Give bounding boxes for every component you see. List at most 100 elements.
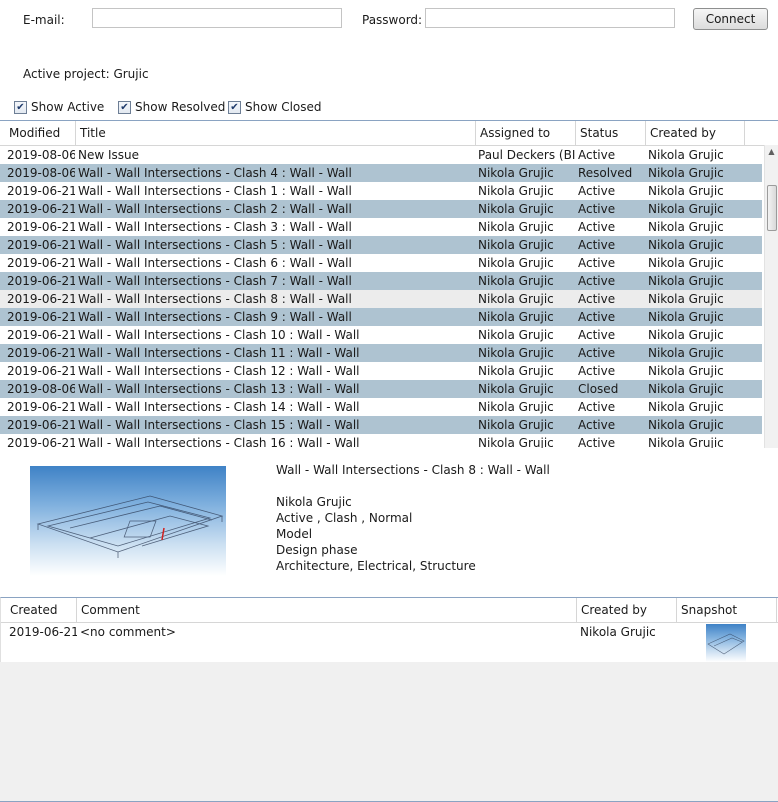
cell-assigned-to: Nikola Grujic bbox=[478, 346, 554, 360]
scroll-up-arrow-icon[interactable]: ▲ bbox=[765, 145, 778, 159]
checkmark-icon: ✔ bbox=[14, 100, 27, 114]
issues-scrollbar[interactable]: ▲ bbox=[764, 145, 778, 448]
cell-status: Active bbox=[578, 148, 616, 162]
cell-modified: 2019-06-21 bbox=[7, 310, 75, 324]
comment-row[interactable]: 2019-06-21 <no comment> Nikola Grujic bbox=[1, 622, 778, 663]
column-header-modified[interactable]: Modified bbox=[5, 121, 76, 145]
table-row[interactable]: 2019-06-21 Wall - Wall Intersections - Cl… bbox=[0, 416, 762, 434]
cell-title: New Issue bbox=[78, 148, 140, 162]
table-row[interactable]: 2019-06-21 Wall - Wall Intersections - Cl… bbox=[0, 398, 762, 416]
column-header-comment[interactable]: Comment bbox=[77, 598, 577, 622]
cell-status: Active bbox=[578, 292, 616, 306]
column-header-assigned-to[interactable]: Assigned to bbox=[476, 121, 576, 145]
cell-status: Active bbox=[578, 256, 616, 270]
cell-assigned-to: Nikola Grujic bbox=[478, 166, 554, 180]
cell-status: Active bbox=[578, 364, 616, 378]
table-row[interactable]: 2019-08-06 Wall - Wall Intersections - Cl… bbox=[0, 380, 762, 398]
detail-type: Model bbox=[276, 527, 313, 541]
cell-created-by: Nikola Grujic bbox=[648, 364, 724, 378]
cell-status: Active bbox=[578, 274, 616, 288]
comment-created: 2019-06-21 bbox=[9, 625, 77, 639]
cell-title: Wall - Wall Intersections - Clash 14 : W… bbox=[78, 400, 360, 414]
comment-snapshot-thumbnail[interactable] bbox=[706, 624, 746, 662]
show-active-checkbox[interactable]: ✔ Show Active bbox=[14, 100, 104, 114]
cell-modified: 2019-06-21 bbox=[7, 436, 75, 448]
column-header-snapshot[interactable]: Snapshot bbox=[677, 598, 777, 622]
table-row[interactable]: 2019-06-21 Wall - Wall Intersections - Cl… bbox=[0, 362, 762, 380]
column-header-title[interactable]: Title bbox=[76, 121, 476, 145]
cell-modified: 2019-06-21 bbox=[7, 364, 75, 378]
cell-title: Wall - Wall Intersections - Clash 8 : Wa… bbox=[78, 292, 352, 306]
cell-created-by: Nikola Grujic bbox=[648, 436, 724, 448]
cell-created-by: Nikola Grujic bbox=[648, 238, 724, 252]
cell-status: Active bbox=[578, 202, 616, 216]
show-resolved-label: Show Resolved bbox=[135, 100, 226, 114]
table-row[interactable]: 2019-06-21 Wall - Wall Intersections - Cl… bbox=[0, 236, 762, 254]
cell-title: Wall - Wall Intersections - Clash 15 : W… bbox=[78, 418, 360, 432]
cell-created-by: Nikola Grujic bbox=[648, 382, 724, 396]
cell-assigned-to: Nikola Grujic bbox=[478, 436, 554, 448]
cell-modified: 2019-06-21 bbox=[7, 346, 75, 360]
table-row[interactable]: 2019-06-21 Wall - Wall Intersections - Cl… bbox=[0, 290, 762, 308]
cell-title: Wall - Wall Intersections - Clash 3 : Wa… bbox=[78, 220, 352, 234]
column-header-status[interactable]: Status bbox=[576, 121, 646, 145]
cell-status: Active bbox=[578, 310, 616, 324]
email-field[interactable] bbox=[92, 8, 342, 28]
cell-modified: 2019-06-21 bbox=[7, 202, 75, 216]
table-row[interactable]: 2019-08-06 Wall - Wall Intersections - Cl… bbox=[0, 164, 762, 182]
cell-created-by: Nikola Grujic bbox=[648, 400, 724, 414]
cell-created-by: Nikola Grujic bbox=[648, 292, 724, 306]
column-header-created[interactable]: Created bbox=[6, 598, 77, 622]
cell-title: Wall - Wall Intersections - Clash 2 : Wa… bbox=[78, 202, 352, 216]
table-row[interactable]: 2019-06-21 Wall - Wall Intersections - Cl… bbox=[0, 434, 762, 448]
cell-created-by: Nikola Grujic bbox=[648, 310, 724, 324]
scroll-thumb[interactable] bbox=[767, 185, 777, 231]
cell-title: Wall - Wall Intersections - Clash 7 : Wa… bbox=[78, 274, 352, 288]
table-row[interactable]: 2019-06-21 Wall - Wall Intersections - Cl… bbox=[0, 308, 762, 326]
cell-title: Wall - Wall Intersections - Clash 9 : Wa… bbox=[78, 310, 352, 324]
table-row[interactable]: 2019-06-21 Wall - Wall Intersections - Cl… bbox=[0, 254, 762, 272]
cell-status: Active bbox=[578, 328, 616, 342]
cell-status: Active bbox=[578, 436, 616, 448]
checkmark-icon: ✔ bbox=[228, 100, 241, 114]
table-row[interactable]: 2019-06-21 Wall - Wall Intersections - Cl… bbox=[0, 218, 762, 236]
cell-title: Wall - Wall Intersections - Clash 1 : Wa… bbox=[78, 184, 352, 198]
column-header-comment-created-by[interactable]: Created by bbox=[577, 598, 677, 622]
cell-modified: 2019-06-21 bbox=[7, 292, 75, 306]
detail-title: Wall - Wall Intersections - Clash 8 : Wa… bbox=[276, 463, 550, 477]
cell-status: Active bbox=[578, 184, 616, 198]
show-resolved-checkbox[interactable]: ✔ Show Resolved bbox=[118, 100, 225, 114]
cell-assigned-to: Nikola Grujic bbox=[478, 202, 554, 216]
table-row[interactable]: 2019-06-21 Wall - Wall Intersections - Cl… bbox=[0, 272, 762, 290]
cell-assigned-to: Nikola Grujic bbox=[478, 328, 554, 342]
cell-modified: 2019-06-21 bbox=[7, 256, 75, 270]
cell-created-by: Nikola Grujic bbox=[648, 184, 724, 198]
connect-button[interactable]: Connect bbox=[693, 8, 768, 30]
table-row[interactable]: 2019-06-21 Wall - Wall Intersections - Cl… bbox=[0, 326, 762, 344]
table-row[interactable]: 2019-06-21 Wall - Wall Intersections - Cl… bbox=[0, 344, 762, 362]
cell-status: Resolved bbox=[578, 166, 633, 180]
cell-assigned-to: Nikola Grujic bbox=[478, 400, 554, 414]
cell-assigned-to: Nikola Grujic bbox=[478, 292, 554, 306]
cell-created-by: Nikola Grujic bbox=[648, 148, 724, 162]
empty-panel-area bbox=[0, 662, 778, 802]
issues-grid-header: Modified Title Assigned to Status Create… bbox=[0, 121, 778, 146]
detail-labels: Active , Clash , Normal bbox=[276, 511, 413, 525]
cell-modified: 2019-06-21 bbox=[7, 220, 75, 234]
password-field[interactable] bbox=[425, 8, 675, 28]
cell-created-by: Nikola Grujic bbox=[648, 328, 724, 342]
issues-grid[interactable]: Modified Title Assigned to Status Create… bbox=[0, 120, 778, 448]
model-wireframe-icon bbox=[707, 633, 745, 655]
show-closed-label: Show Closed bbox=[245, 100, 322, 114]
cell-modified: 2019-06-21 bbox=[7, 274, 75, 288]
comments-grid[interactable]: Created Comment Created by Snapshot 2019… bbox=[0, 597, 778, 663]
table-row[interactable]: 2019-06-21 Wall - Wall Intersections - Cl… bbox=[0, 182, 762, 200]
table-row[interactable]: 2019-08-06 New Issue Paul Deckers (BIM Acti… bbox=[0, 146, 762, 164]
cell-created-by: Nikola Grujic bbox=[648, 202, 724, 216]
cell-assigned-to: Nikola Grujic bbox=[478, 274, 554, 288]
show-closed-checkbox[interactable]: ✔ Show Closed bbox=[228, 100, 322, 114]
cell-modified: 2019-06-21 bbox=[7, 238, 75, 252]
cell-created-by: Nikola Grujic bbox=[648, 166, 724, 180]
column-header-created-by[interactable]: Created by bbox=[646, 121, 745, 145]
table-row[interactable]: 2019-06-21 Wall - Wall Intersections - Cl… bbox=[0, 200, 762, 218]
